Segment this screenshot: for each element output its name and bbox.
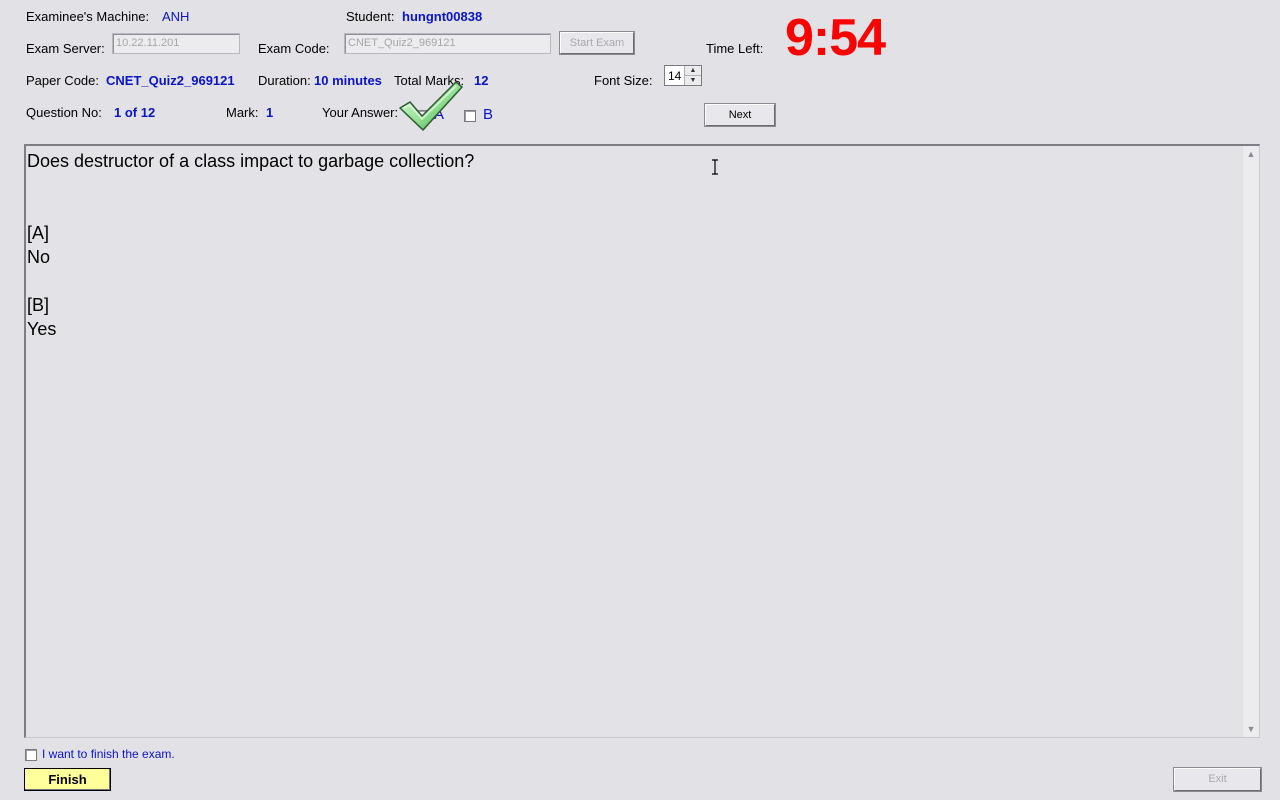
option-a-text: No <box>27 247 51 267</box>
checkmark-icon <box>399 81 463 131</box>
scroll-down-icon[interactable]: ▼ <box>1245 723 1257 735</box>
text-cursor-icon <box>712 159 718 175</box>
total-marks-value: 12 <box>474 73 489 88</box>
spin-down-icon[interactable]: ▼ <box>684 76 701 85</box>
duration-value: 10 minutes <box>314 73 382 88</box>
machine-label: Examinee's Machine: <box>26 9 150 24</box>
finish-exam-check-label[interactable]: I want to finish the exam. <box>42 747 175 761</box>
finish-exam-checkbox[interactable] <box>25 749 37 761</box>
question-panel[interactable]: Does destructor of a class impact to gar… <box>24 144 1260 738</box>
spin-up-icon[interactable]: ▲ <box>684 66 701 76</box>
mark-label: Mark: <box>226 105 259 120</box>
option-b-text: Yes <box>27 319 57 339</box>
exam-server-label: Exam Server: <box>26 41 105 56</box>
question-no-label: Question No: <box>26 105 102 120</box>
question-text: Does destructor of a class impact to gar… <box>27 151 475 171</box>
next-button[interactable]: Next <box>704 103 776 127</box>
time-left-value: 9:54 <box>785 9 886 67</box>
font-size-value: 14 <box>668 69 682 83</box>
exam-code-field[interactable]: CNET_Quiz2_969121 <box>344 33 551 54</box>
font-size-spinner[interactable]: 14 ▲ ▼ <box>664 65 702 86</box>
answer-b-label[interactable]: B <box>483 106 493 123</box>
machine-value: ANH <box>162 9 190 24</box>
paper-code-label: Paper Code: <box>26 73 99 88</box>
option-a-tag: [A] <box>27 223 50 243</box>
font-size-label: Font Size: <box>594 73 653 88</box>
exit-button[interactable]: Exit <box>1173 767 1262 792</box>
paper-code-value: CNET_Quiz2_969121 <box>106 73 235 88</box>
vertical-scrollbar[interactable]: ▲ ▼ <box>1242 146 1259 737</box>
option-b-tag: [B] <box>27 295 50 315</box>
student-label: Student: <box>346 9 395 24</box>
start-exam-button[interactable]: Start Exam <box>559 31 635 55</box>
finish-button[interactable]: Finish <box>24 768 111 791</box>
scroll-up-icon[interactable]: ▲ <box>1245 148 1257 160</box>
your-answer-label: Your Answer: <box>322 105 399 120</box>
exam-code-label: Exam Code: <box>258 41 330 56</box>
duration-label: Duration: <box>258 73 311 88</box>
question-no-value: 1 of 12 <box>114 105 156 120</box>
mark-value: 1 <box>266 105 274 120</box>
student-value: hungnt00838 <box>402 9 483 24</box>
exam-server-field[interactable]: 10.22.11.201 <box>112 33 240 54</box>
time-left-label: Time Left: <box>706 41 764 56</box>
question-content: Does destructor of a class impact to gar… <box>27 149 474 341</box>
